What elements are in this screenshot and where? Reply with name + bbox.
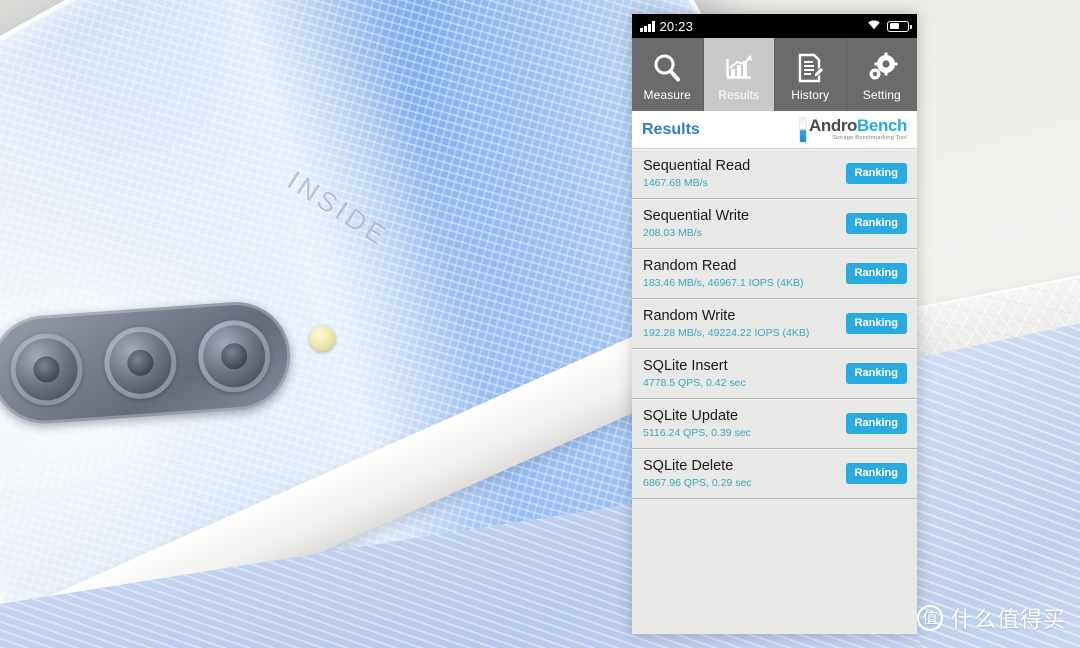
tab-results-label: Results	[718, 88, 760, 102]
row-texts: Random Write 192.28 MB/s, 49224.22 IOPS …	[643, 308, 809, 339]
tab-measure[interactable]: Measure	[632, 38, 704, 111]
battery-icon	[887, 20, 912, 32]
tab-history[interactable]: History	[775, 38, 847, 111]
row-title: Random Write	[643, 308, 736, 324]
row-title: SQLite Delete	[643, 458, 734, 474]
tab-setting-label: Setting	[862, 88, 901, 102]
results-header: Results AndroBench Storage Benchmarking …	[632, 111, 917, 149]
camera-lens-2	[101, 324, 179, 402]
tab-results[interactable]: Results	[703, 38, 775, 111]
tab-measure-label: Measure	[643, 88, 691, 102]
ranking-button[interactable]: Ranking	[845, 413, 907, 434]
androbench-app-screenshot: 20:23 Measure Results History Setting Re…	[632, 14, 917, 634]
watermark-badge: 值	[916, 605, 943, 631]
row-title: Sequential Read	[643, 158, 751, 174]
gears-icon	[865, 51, 899, 85]
triple-camera-module	[0, 298, 294, 428]
background-photo: INSIDE	[0, 0, 1080, 648]
status-bar-clock: 20:23	[659, 18, 694, 34]
logo-text: AndroBench Storage Benchmarking Tool	[809, 117, 907, 142]
tab-bar: Measure Results History Setting	[632, 38, 917, 111]
camera-lens-1	[8, 330, 86, 408]
status-bar-left: 20:23	[640, 19, 693, 34]
page-title: Results	[642, 120, 700, 138]
row-title: SQLite Insert	[643, 358, 728, 374]
androbench-logo: AndroBench Storage Benchmarking Tool	[799, 117, 907, 142]
table-row[interactable]: SQLite Delete 6867.96 QPS, 0.29 sec Rank…	[632, 449, 917, 499]
row-texts: SQLite Delete 6867.96 QPS, 0.29 sec	[643, 458, 752, 489]
row-texts: SQLite Update 5116.24 QPS, 0.39 sec	[643, 408, 751, 439]
signal-bars-icon	[640, 20, 655, 32]
ranking-button[interactable]: Ranking	[845, 213, 907, 234]
camera-lens-3	[195, 317, 273, 395]
magnifier-icon	[650, 51, 684, 85]
row-texts: Sequential Write 208.03 MB/s	[643, 208, 749, 239]
status-bar-right	[867, 19, 912, 33]
results-list: Sequential Read 1467.68 MB/s Ranking Seq…	[632, 149, 917, 632]
watermark-text: 什么值得买	[950, 607, 1066, 632]
row-value: 5116.24 QPS, 0.39 sec	[643, 427, 751, 439]
logo-name-andro: Andro	[808, 116, 858, 136]
row-value: 208.03 MB/s	[643, 227, 702, 239]
table-row[interactable]: SQLite Insert 4778.5 QPS, 0.42 sec Ranki…	[632, 349, 917, 399]
list-empty-area	[632, 499, 917, 632]
row-title: SQLite Update	[643, 408, 739, 424]
row-value: 4778.5 QPS, 0.42 sec	[643, 377, 746, 389]
ranking-button[interactable]: Ranking	[845, 363, 907, 384]
watermark: 值 什么值得买	[916, 602, 1066, 634]
table-row[interactable]: Random Read 183.46 MB/s, 46967.1 IOPS (4…	[632, 249, 917, 299]
row-texts: SQLite Insert 4778.5 QPS, 0.42 sec	[643, 358, 746, 389]
tab-history-label: History	[791, 88, 830, 102]
ranking-button[interactable]: Ranking	[845, 463, 907, 484]
row-title: Random Read	[643, 258, 737, 274]
table-row[interactable]: SQLite Update 5116.24 QPS, 0.39 sec Rank…	[632, 399, 917, 449]
bar-chart-icon	[722, 51, 756, 85]
ranking-button[interactable]: Ranking	[845, 163, 907, 184]
row-value: 1467.68 MB/s	[643, 177, 708, 189]
status-bar: 20:23	[632, 14, 917, 38]
tab-setting[interactable]: Setting	[847, 38, 918, 111]
wifi-icon	[867, 19, 881, 33]
ranking-button[interactable]: Ranking	[845, 263, 907, 284]
ranking-button[interactable]: Ranking	[845, 313, 907, 334]
row-texts: Sequential Read 1467.68 MB/s	[643, 158, 750, 189]
row-value: 183.46 MB/s, 46967.1 IOPS (4KB)	[643, 277, 804, 289]
logo-name-bench: Bench	[857, 116, 907, 136]
logo-subtitle: Storage Benchmarking Tool	[832, 135, 907, 142]
row-title: Sequential Write	[643, 208, 750, 224]
logo-name: AndroBench	[809, 116, 907, 135]
row-value: 192.28 MB/s, 49224.22 IOPS (4KB)	[643, 327, 810, 339]
table-row[interactable]: Sequential Read 1467.68 MB/s Ranking	[632, 149, 917, 199]
document-pencil-icon	[793, 51, 827, 85]
logo-mark-icon	[799, 117, 806, 142]
row-texts: Random Read 183.46 MB/s, 46967.1 IOPS (4…	[643, 258, 804, 289]
table-row[interactable]: Random Write 192.28 MB/s, 49224.22 IOPS …	[632, 299, 917, 349]
table-row[interactable]: Sequential Write 208.03 MB/s Ranking	[632, 199, 917, 249]
row-value: 6867.96 QPS, 0.29 sec	[643, 477, 752, 489]
